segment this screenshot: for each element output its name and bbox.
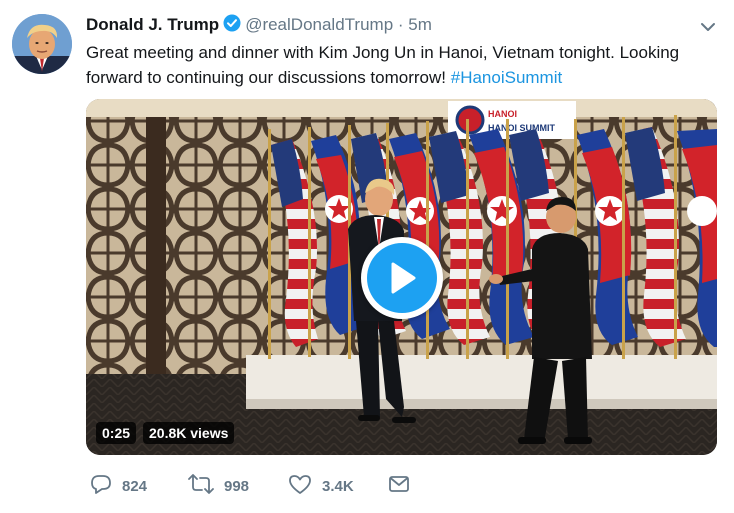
author-name[interactable]: Donald J. Trump	[86, 15, 219, 34]
chevron-down-icon[interactable]	[697, 16, 719, 38]
like-count: 3.4K	[322, 477, 354, 495]
play-button[interactable]	[361, 237, 443, 319]
reply-icon	[90, 473, 122, 499]
video-player[interactable]: HANOI HANOI SUMMIT 0:25 20.8K views	[86, 99, 717, 455]
like-button[interactable]: 3.4K	[288, 472, 354, 500]
tweet-actions: 824 998 3.4K	[86, 472, 726, 500]
tweet-timestamp[interactable]: 5m	[408, 15, 432, 34]
video-views: 20.8K views	[143, 422, 235, 444]
reply-count: 824	[122, 477, 148, 495]
play-icon[interactable]	[367, 243, 437, 313]
verified-badge-icon	[223, 14, 241, 38]
like-icon	[288, 473, 322, 499]
tweet-body-text: Great meeting and dinner with Kim Jong U…	[86, 43, 680, 87]
separator-dot: ·	[397, 15, 404, 34]
svg-text:HANOI: HANOI	[488, 109, 517, 119]
avatar[interactable]	[12, 14, 72, 74]
direct-message-button[interactable]	[388, 472, 420, 500]
tweet-header: Donald J. Trump @realDonaldTrump · 5m	[86, 14, 432, 38]
video-duration: 0:25	[96, 422, 137, 444]
flags	[268, 115, 717, 359]
retweet-icon	[188, 473, 224, 499]
author-handle[interactable]: @realDonaldTrump	[245, 15, 393, 34]
message-icon	[388, 474, 420, 498]
reply-button[interactable]: 824	[90, 472, 147, 500]
hashtag-link[interactable]: #HanoiSummit	[451, 68, 563, 87]
retweet-count: 998	[224, 477, 250, 495]
tweet-text: Great meeting and dinner with Kim Jong U…	[86, 40, 716, 90]
tweet-card[interactable]: Donald J. Trump @realDonaldTrump · 5m Gre…	[0, 0, 734, 513]
retweet-button[interactable]: 998	[188, 472, 249, 500]
